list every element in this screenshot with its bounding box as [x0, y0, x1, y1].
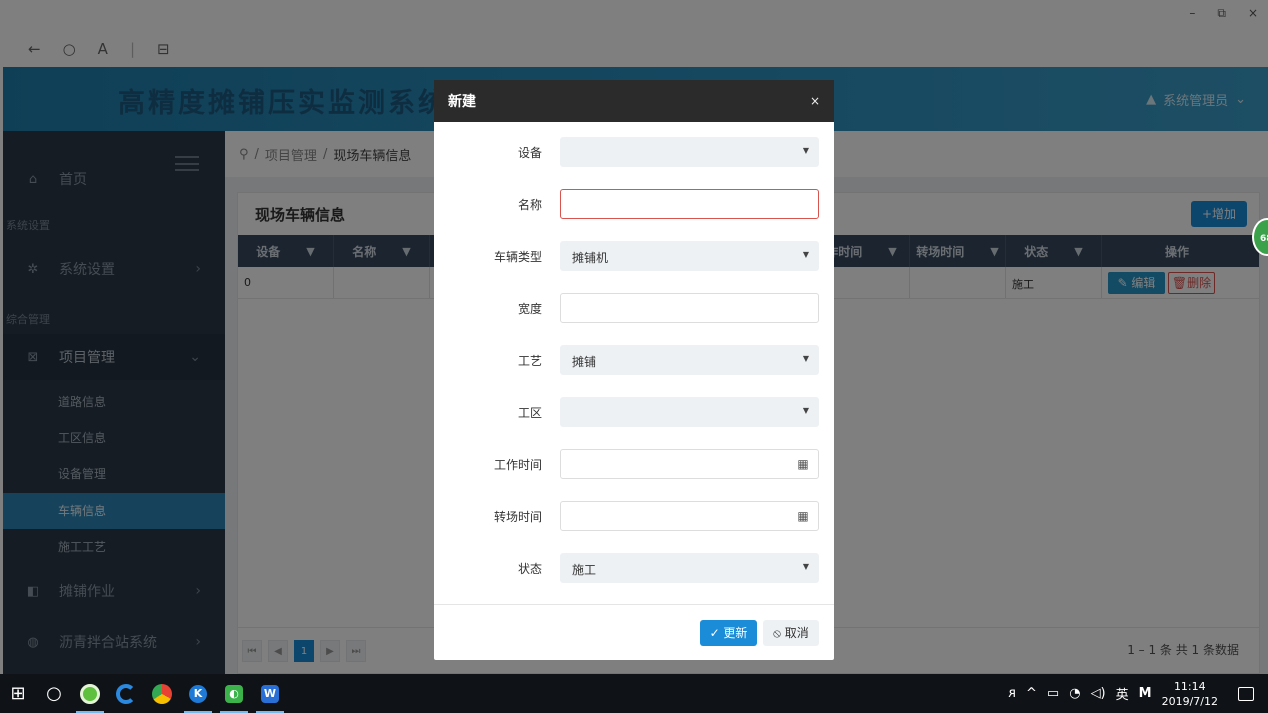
browser-360-icon[interactable] [72, 674, 108, 713]
select-value: 施工 [572, 563, 597, 577]
taskbar: ⊞ ○ K ◐ W ᴙ ^ ▭ ◔ ◁) 英 M 11:14 2019/7/12 [0, 674, 1268, 713]
form-row-workzone: 工区 ▼ [434, 396, 834, 428]
field-label: 工区 [517, 406, 542, 420]
dialog-header: 新建 × [434, 80, 834, 122]
ime-language[interactable]: 英 [1116, 684, 1129, 703]
caret-down-icon: ▼ [802, 250, 809, 259]
select-value: 摊铺 [572, 355, 597, 369]
form-row-status: 状态 施工 ▼ [434, 552, 834, 584]
app-glyph [80, 683, 100, 704]
close-icon[interactable]: × [810, 94, 820, 108]
workzone-select[interactable]: ▼ [560, 397, 819, 427]
clock-time: 11:14 [1173, 679, 1206, 693]
system-tray: ᴙ ^ ▭ ◔ ◁) 英 M 11:14 2019/7/12 [1008, 674, 1268, 713]
app-glyph: W [261, 684, 279, 703]
vehicle-type-select[interactable]: 摊铺机 ▼ [560, 241, 819, 271]
caret-down-icon: ▼ [802, 406, 809, 415]
app-glyph [116, 683, 136, 704]
caret-down-icon: ▼ [802, 146, 809, 155]
form-row-width: 宽度 [434, 292, 834, 324]
width-input[interactable] [560, 293, 819, 323]
search-glyph: ○ [46, 683, 62, 704]
calendar-icon[interactable]: ▦ [788, 450, 818, 478]
start-glyph: ⊞ [10, 683, 26, 704]
field-label: 宽度 [517, 302, 542, 316]
app-w-icon[interactable]: W [252, 674, 288, 713]
process-select[interactable]: 摊铺 ▼ [560, 345, 819, 375]
name-input[interactable] [560, 189, 819, 219]
wechat-icon[interactable]: ◐ [216, 674, 252, 713]
clock[interactable]: 11:14 2019/7/12 [1162, 679, 1218, 709]
select-value: 摊铺机 [572, 251, 609, 265]
caret-down-icon: ▼ [802, 562, 809, 571]
dialog-title: 新建 [448, 94, 476, 110]
edge-icon[interactable] [108, 674, 144, 713]
status-select[interactable]: 施工 ▼ [560, 553, 819, 583]
field-label: 设备 [517, 146, 542, 160]
device-select[interactable]: ▼ [560, 137, 819, 167]
wifi-icon[interactable]: ◔ [1069, 686, 1080, 701]
form-row-device: 设备 ▼ [434, 136, 834, 168]
app-glyph [152, 683, 172, 704]
calendar-icon[interactable]: ▦ [788, 502, 818, 530]
notification-icon[interactable] [1238, 686, 1254, 701]
new-item-dialog: 新建 × 设备 ▼ 名称 车辆类型 摊铺机 ▼ 宽度 工艺 摊铺 ▼ 工区 ▼ 工作… [434, 80, 834, 660]
field-label: 名称 [517, 198, 542, 212]
windows-start-icon[interactable]: ⊞ [0, 674, 36, 713]
app-glyph: ◐ [225, 684, 243, 703]
form-row-transfer-time: 转场时间 ▦ [434, 500, 834, 532]
field-label: 状态 [517, 562, 542, 576]
cancel-button[interactable]: ⦸ 取消 [763, 620, 819, 646]
dialog-footer: ✓ 更新 ⦸ 取消 [434, 604, 834, 660]
search-icon[interactable]: ○ [36, 674, 72, 713]
battery-icon[interactable]: ▭ [1047, 686, 1059, 701]
people-icon[interactable]: ᴙ [1008, 686, 1016, 701]
volume-icon[interactable]: ◁) [1091, 686, 1106, 701]
field-label: 车辆类型 [493, 250, 542, 264]
form-row-name: 名称 [434, 188, 834, 220]
clock-date: 2019/7/12 [1161, 694, 1218, 708]
form-row-vehicle-type: 车辆类型 摊铺机 ▼ [434, 240, 834, 272]
work-time-input[interactable]: ▦ [560, 449, 819, 479]
field-label: 工艺 [517, 354, 542, 368]
show-hidden-icons[interactable]: ^ [1026, 686, 1037, 701]
update-button[interactable]: ✓ 更新 [700, 620, 757, 646]
app-glyph: K [189, 684, 207, 703]
ime-mode[interactable]: M [1139, 686, 1152, 701]
field-label: 转场时间 [493, 510, 542, 524]
form-row-work-time: 工作时间 ▦ [434, 448, 834, 480]
form-row-process: 工艺 摊铺 ▼ [434, 344, 834, 376]
caret-down-icon: ▼ [802, 354, 809, 363]
app-k-icon[interactable]: K [180, 674, 216, 713]
transfer-time-input[interactable]: ▦ [560, 501, 819, 531]
chrome-icon[interactable] [144, 674, 180, 713]
field-label: 工作时间 [493, 458, 542, 472]
